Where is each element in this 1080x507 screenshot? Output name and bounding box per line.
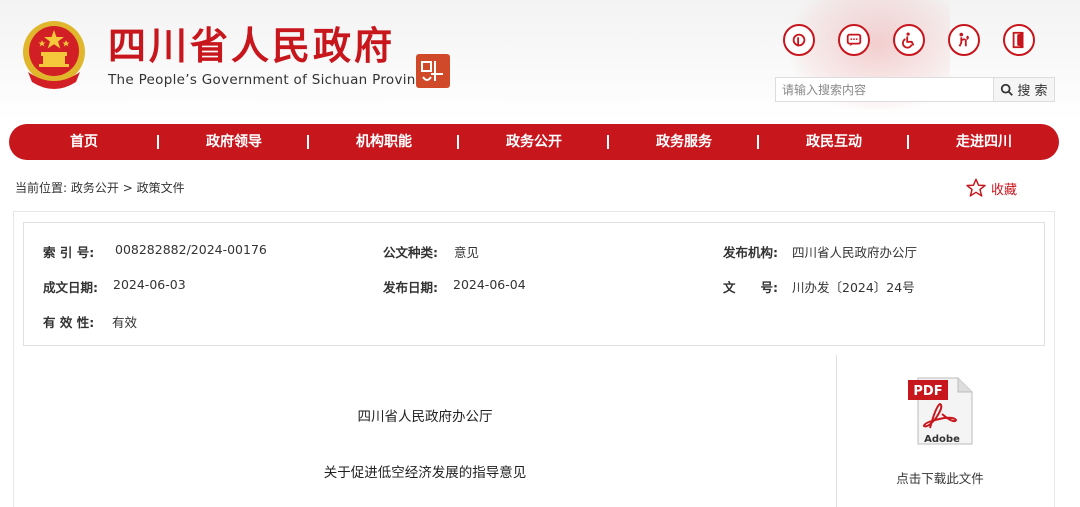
message-icon[interactable] (838, 24, 870, 56)
published-label: 发布日期: (383, 280, 438, 295)
elderly-care-icon[interactable] (948, 24, 980, 56)
index-value: 008282882/2024-00176 (115, 242, 267, 257)
star-icon (966, 178, 986, 197)
breadcrumb-level2[interactable]: 政策文件 (137, 181, 185, 195)
exit-icon[interactable] (1003, 24, 1035, 56)
search-button[interactable]: 搜 索 (994, 78, 1054, 101)
document-issuing-org: 四川省人民政府办公厅 (357, 409, 493, 425)
main-nav: 首页 政府领导 机构职能 政务公开 政务服务 政民互动 走进四川 (9, 124, 1059, 160)
breadcrumb-prefix: 当前位置: (15, 181, 68, 195)
column-divider (836, 355, 837, 507)
nav-item-home[interactable]: 首页 (9, 124, 159, 160)
nav-item-interaction[interactable]: 政民互动 (759, 124, 909, 160)
sichuan-seal-logo (416, 54, 450, 88)
type-value: 意见 (454, 245, 480, 260)
document-title: 关于促进低空经济发展的指导意见 (323, 465, 527, 481)
nav-item-about-sichuan[interactable]: 走进四川 (909, 124, 1059, 160)
published-value: 2024-06-04 (453, 277, 526, 292)
header-icon-group (783, 24, 1035, 60)
download-file-link[interactable]: 点击下载此文件 (880, 468, 1000, 487)
nav-item-leaders[interactable]: 政府领导 (159, 124, 309, 160)
site-subtitle: The People’s Government of Sichuan Provi… (108, 72, 432, 88)
breadcrumb: 当前位置: 政务公开 > 政策文件 (15, 179, 185, 196)
issuer-value: 四川省人民政府办公厅 (792, 245, 918, 260)
breadcrumb-separator: > (122, 181, 133, 195)
nav-item-services[interactable]: 政务服务 (609, 124, 759, 160)
meta-row-2: 成文日期: 2024-06-03 发布日期: 2024-06-04 文 号: 川… (24, 277, 1044, 297)
search-input[interactable] (776, 78, 994, 101)
meta-row-3: 有 效 性: 有效 (24, 312, 1044, 332)
search-button-label: 搜 索 (1017, 84, 1048, 99)
meta-row-1: 索 引 号: 008282882/2024-00176 公文种类: 意见 发布机… (24, 242, 1044, 262)
docno-label: 文 号: (723, 280, 778, 295)
docno-value: 川办发〔2024〕24号 (792, 280, 915, 295)
pdf-download-icon[interactable]: PDF Adobe (906, 376, 976, 446)
validity-label: 有 效 性: (43, 315, 95, 330)
favorite-button[interactable]: 收藏 (965, 177, 1017, 199)
pdf-label: PDF (913, 384, 942, 399)
breadcrumb-level1[interactable]: 政务公开 (71, 181, 119, 195)
adobe-label: Adobe (924, 434, 960, 445)
index-label: 索 引 号: (43, 245, 95, 260)
document-metadata: 索 引 号: 008282882/2024-00176 公文种类: 意见 发布机… (23, 222, 1045, 346)
national-emblem-icon (20, 18, 88, 90)
created-label: 成文日期: (43, 280, 98, 295)
search-bar: 搜 索 (775, 77, 1055, 102)
validity-value: 有效 (112, 315, 138, 330)
type-label: 公文种类: (383, 245, 438, 260)
created-value: 2024-06-03 (113, 277, 186, 292)
accessibility-icon[interactable] (893, 24, 925, 56)
weibo-icon[interactable] (783, 24, 815, 56)
nav-item-disclosure[interactable]: 政务公开 (459, 124, 609, 160)
nav-item-functions[interactable]: 机构职能 (309, 124, 459, 160)
favorite-label: 收藏 (991, 182, 1018, 198)
site-title: 四川省人民政府 (108, 24, 396, 68)
search-icon (1001, 83, 1014, 96)
issuer-label: 发布机构: (723, 245, 778, 260)
